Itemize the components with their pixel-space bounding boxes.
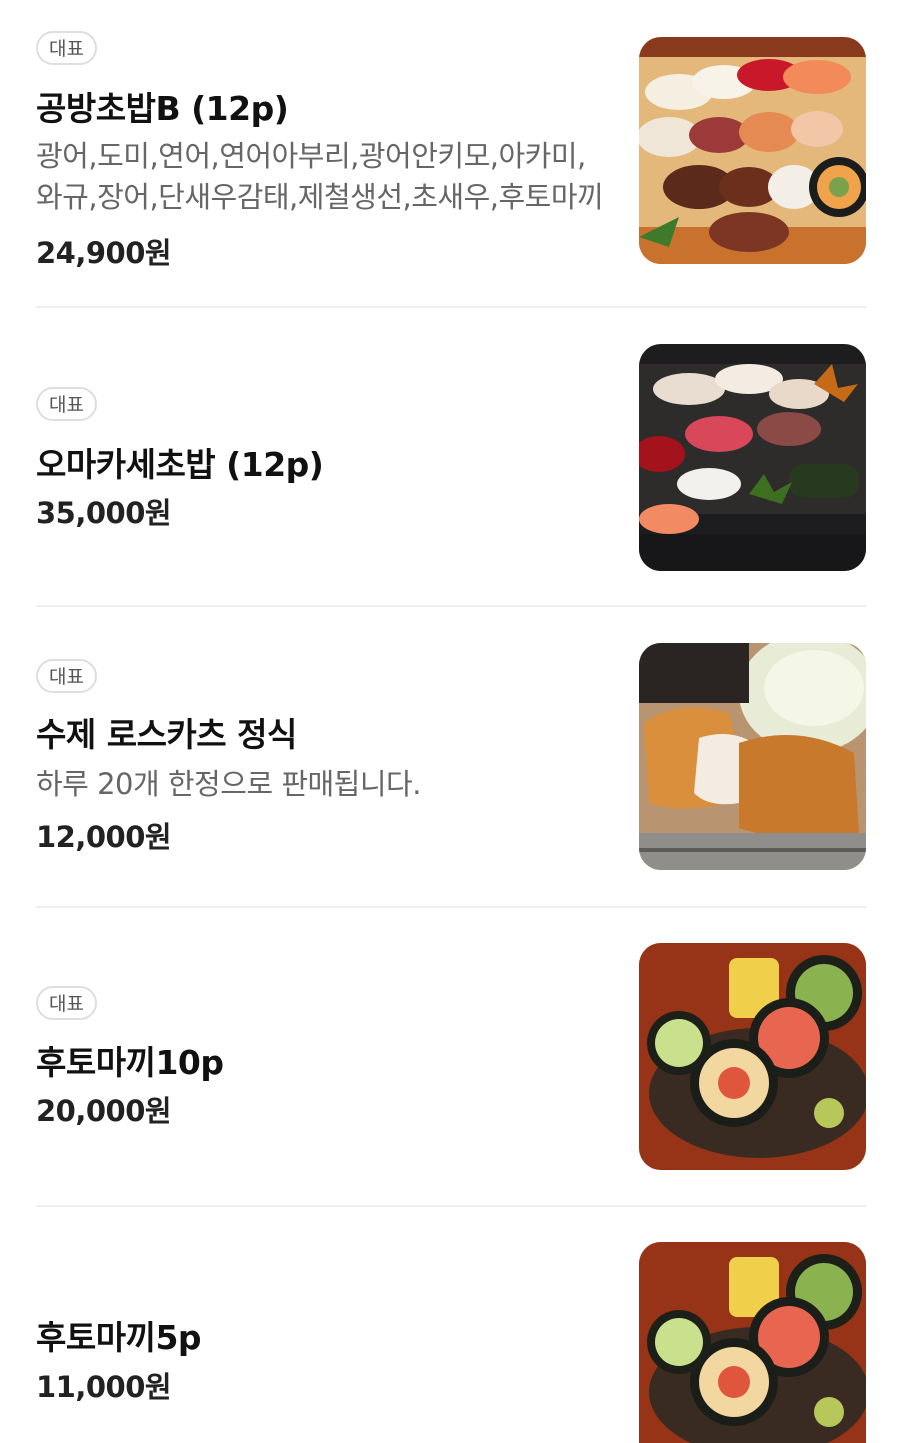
signature-badge: 대표 [36,986,97,1020]
menu-item-price: 12,000원 [36,820,172,854]
menu-item[interactable]: 대표 후토마끼10p 20,000원 [0,908,900,1206]
menu-item-price: 35,000원 [36,496,172,530]
pork-cutlet-image [639,643,866,870]
menu-item-name: 후토마끼5p [36,1318,202,1357]
menu-item[interactable]: 대표 수제 로스카츠 정식 하루 20개 한정으로 판매됩니다. 12,000원 [0,607,900,907]
menu-item-price: 11,000원 [36,1370,172,1404]
menu-item-name: 오마카세초밥 (12p) [36,445,324,484]
signature-badge: 대표 [36,31,97,65]
menu-item[interactable]: 대표 공방초밥B (12p) 광어,도미,연어,연어아부리,광어안키모,아카미,… [0,0,900,307]
menu-item-description: 광어,도미,연어,연어아부리,광어안키모,아카미,와규,장어,단새우감태,제철생… [36,139,604,214]
sushi-platter-image [639,37,866,264]
menu-list: 대표 공방초밥B (12p) 광어,도미,연어,연어아부리,광어안키모,아카미,… [0,0,900,1443]
menu-item-description: 하루 20개 한정으로 판매됩니다. [36,767,421,801]
signature-badge: 대표 [36,387,97,421]
menu-item-name: 후토마끼10p [36,1043,224,1082]
futomaki-image [639,1242,866,1443]
futomaki-image [639,943,866,1170]
omakase-sushi-image [639,344,866,571]
menu-item[interactable]: 대표 오마카세초밥 (12p) 35,000원 [0,308,900,606]
menu-item[interactable]: 후토마끼5p 11,000원 [0,1207,900,1443]
menu-item-price: 24,900원 [36,236,172,270]
signature-badge: 대표 [36,659,97,693]
menu-item-price: 20,000원 [36,1094,172,1128]
menu-item-name: 공방초밥B (12p) [36,89,289,128]
menu-item-name: 수제 로스카츠 정식 [36,715,297,754]
